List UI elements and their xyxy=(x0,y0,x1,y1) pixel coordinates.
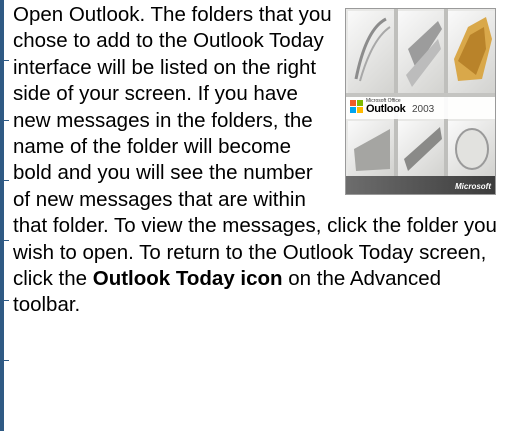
margin-tick xyxy=(0,120,9,121)
margin-tick xyxy=(0,360,9,361)
left-margin-rule xyxy=(0,0,4,431)
instruction-paragraph: Open Outlook. The folders that you chose… xyxy=(13,2,503,319)
margin-tick xyxy=(0,60,9,61)
outlook-today-icon-label: Outlook Today icon xyxy=(92,267,283,291)
margin-tick xyxy=(0,300,9,301)
margin-tick xyxy=(0,240,9,241)
margin-tick xyxy=(0,180,9,181)
